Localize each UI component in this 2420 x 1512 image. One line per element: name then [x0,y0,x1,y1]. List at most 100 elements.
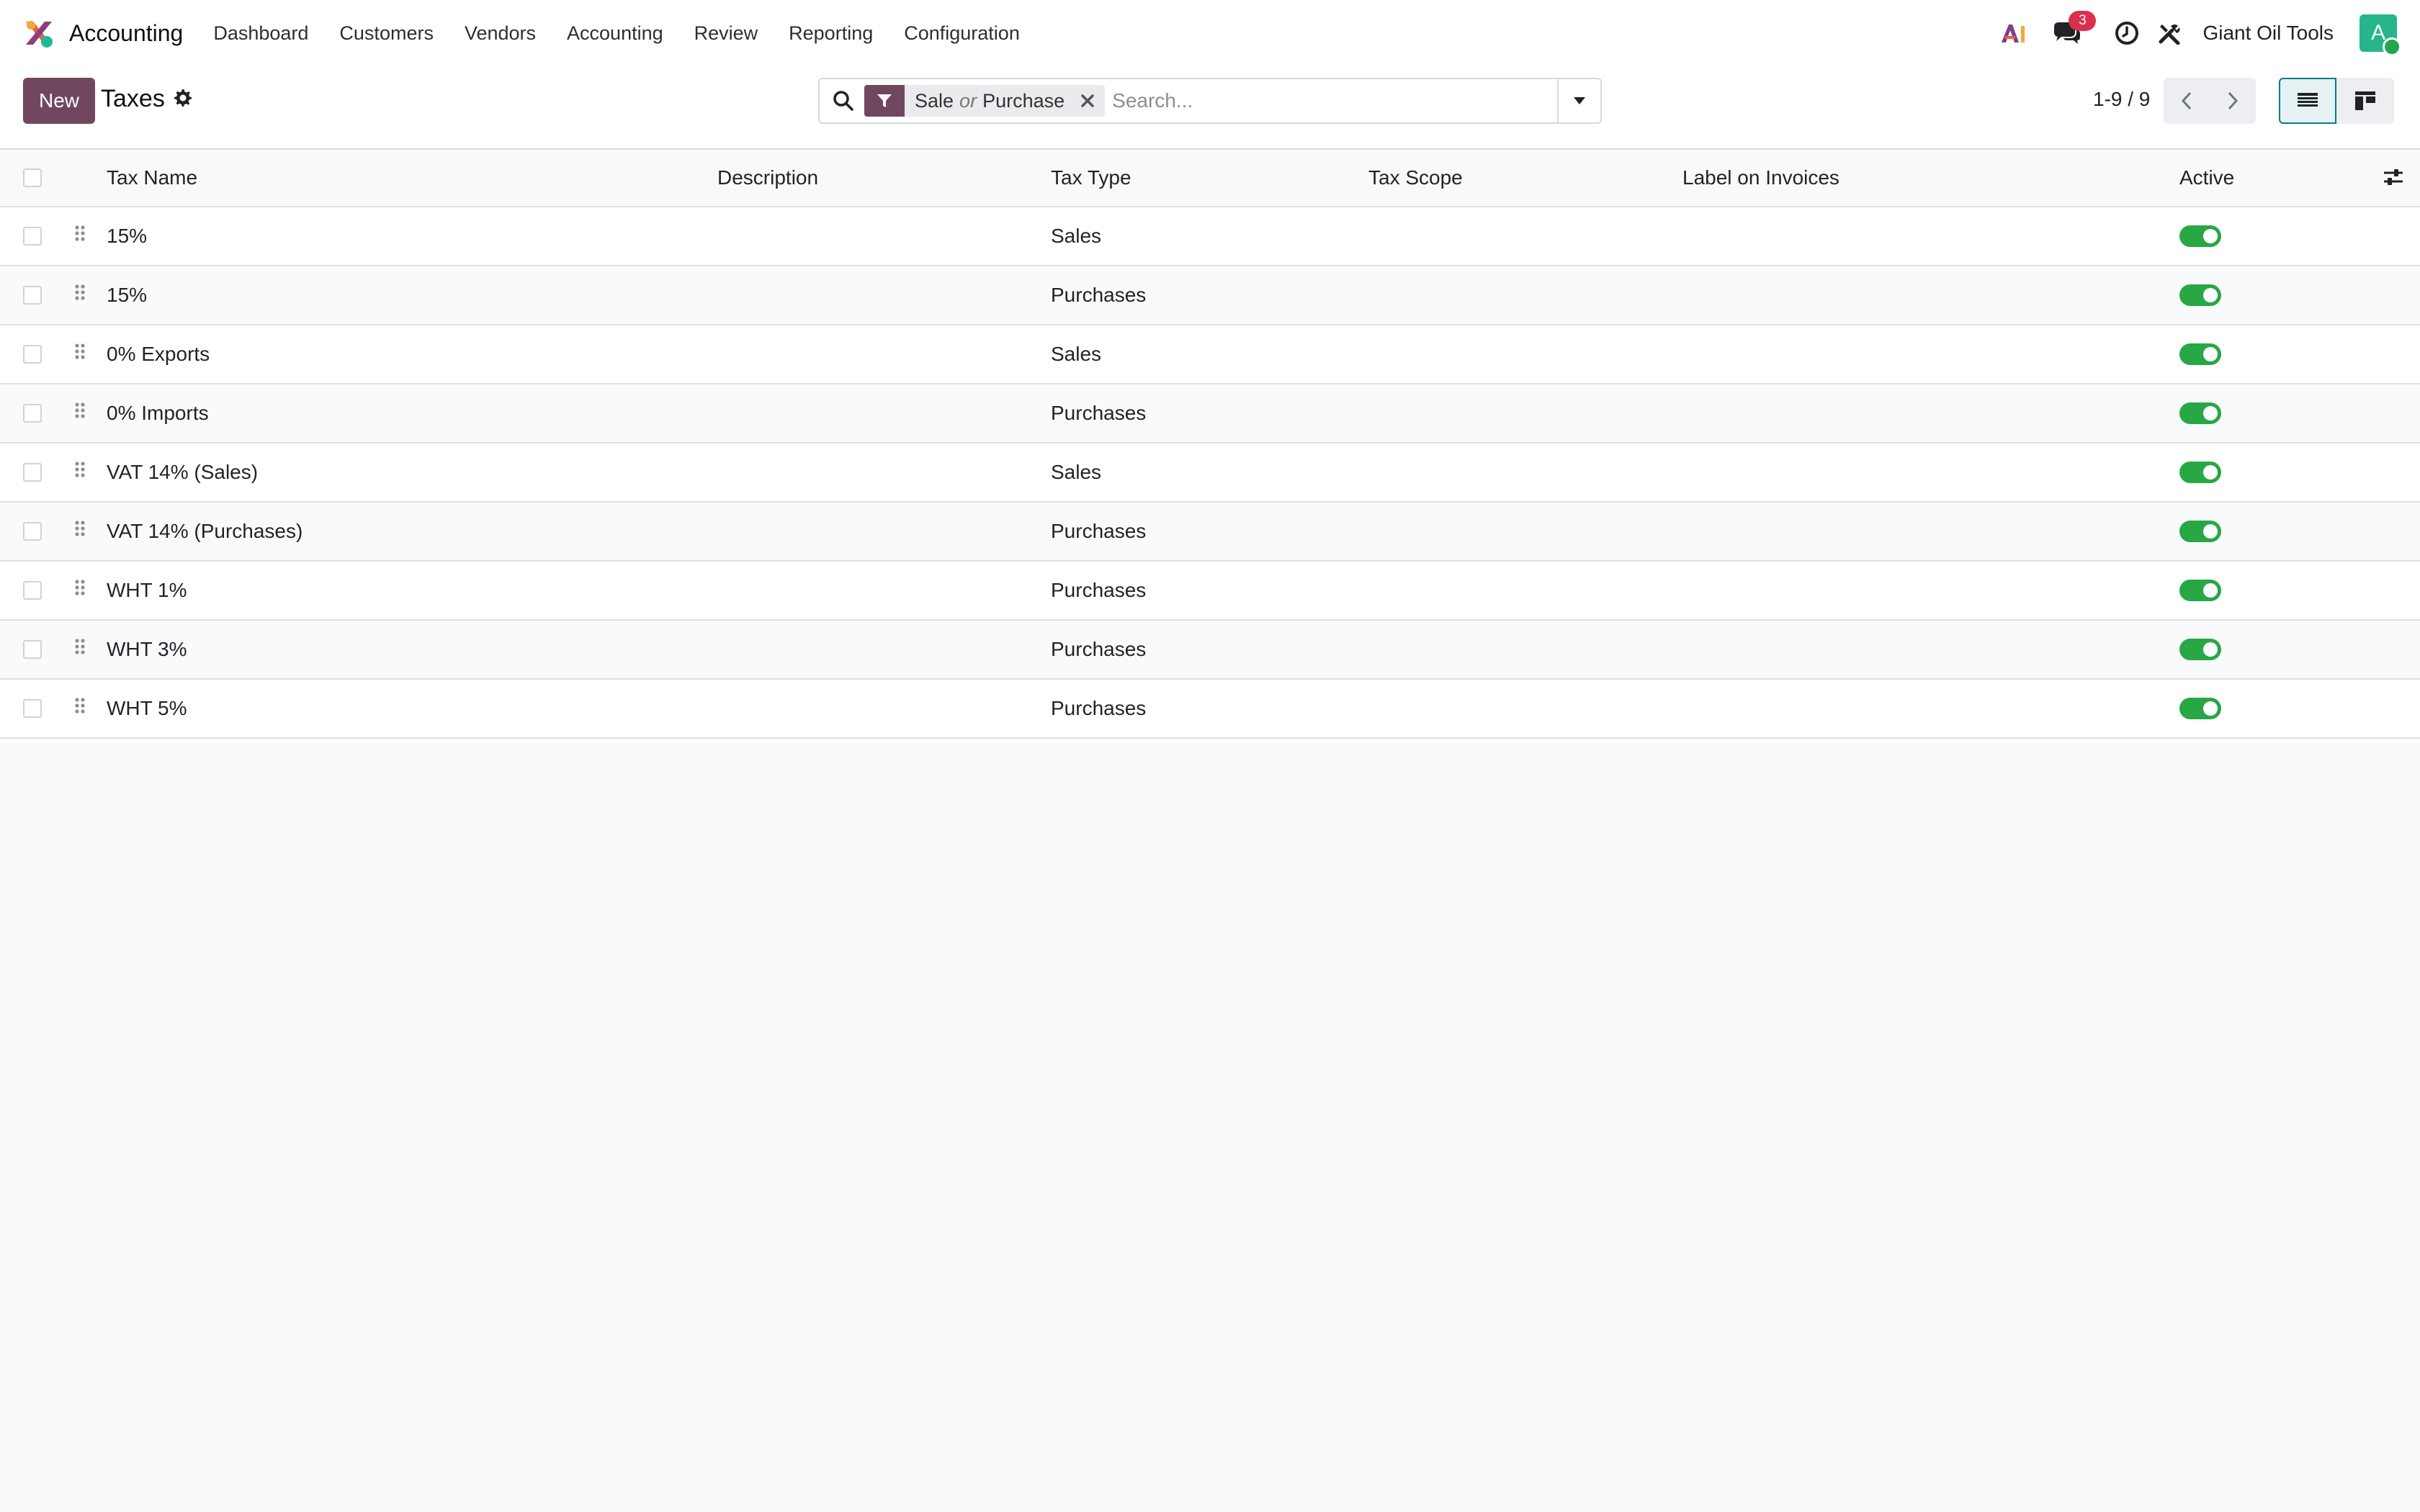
search-input[interactable] [1111,82,1557,120]
cell-tax-name[interactable]: WHT 3% [107,621,187,678]
avatar[interactable]: A [2360,14,2401,56]
menu-dashboard[interactable]: Dashboard [213,22,308,45]
active-toggle[interactable] [2179,402,2221,424]
table-row[interactable]: 0% Imports Purchases [0,384,2420,444]
row-checkbox[interactable] [23,286,42,305]
table-row[interactable]: VAT 14% (Purchases) Purchases [0,503,2420,562]
filter-icon [864,85,905,117]
tools-icon[interactable] [2158,22,2181,45]
search-icon[interactable] [833,90,854,112]
column-header-active[interactable]: Active [2179,150,2234,206]
drag-handle-icon[interactable] [74,638,86,665]
cell-tax-type[interactable]: Sales [1051,325,1101,383]
gear-icon[interactable] [173,88,192,110]
column-header-label-on-invoices[interactable]: Label on Invoices [1682,150,1839,206]
new-button[interactable]: New [23,78,95,124]
menu-customers[interactable]: Customers [339,22,434,45]
menu-vendors[interactable]: Vendors [465,22,536,45]
messages-badge: 3 [2069,11,2097,31]
accounting-logo-icon[interactable] [23,17,55,49]
cell-active [2179,562,2221,619]
company-switcher[interactable]: Giant Oil Tools [2202,22,2334,45]
facet-value-sale: Sale [915,89,954,112]
cell-tax-name[interactable]: 0% Imports [107,384,209,442]
drag-handle-icon[interactable] [74,461,86,487]
table-row[interactable]: 15% Sales [0,207,2420,266]
cell-tax-name[interactable]: WHT 1% [107,562,187,619]
table-row[interactable]: WHT 1% Purchases [0,562,2420,621]
chat-icon[interactable]: 3 [2053,11,2097,45]
cell-tax-type[interactable]: Sales [1051,444,1101,501]
chevron-left-icon[interactable] [2164,78,2210,124]
column-header-tax-scope[interactable]: Tax Scope [1368,150,1463,206]
table-row[interactable]: WHT 5% Purchases [0,680,2420,739]
cell-tax-name[interactable]: 0% Exports [107,325,210,383]
row-checkbox[interactable] [23,345,42,364]
cell-active [2179,325,2221,383]
facet-separator: or [959,89,977,112]
caret-down-icon[interactable] [1557,79,1600,122]
drag-handle-icon[interactable] [74,697,86,724]
view-switcher [2279,78,2394,124]
active-toggle[interactable] [2179,284,2221,306]
cell-tax-name[interactable]: 15% [107,207,147,265]
active-toggle[interactable] [2179,580,2221,601]
row-checkbox[interactable] [23,463,42,482]
select-all-checkbox[interactable] [23,168,42,187]
row-checkbox[interactable] [23,699,42,718]
chevron-right-icon[interactable] [2210,78,2256,124]
cell-tax-name[interactable]: WHT 5% [107,680,187,737]
row-checkbox[interactable] [23,404,42,423]
cell-tax-type[interactable]: Purchases [1051,503,1146,560]
table-row[interactable]: 0% Exports Sales [0,325,2420,384]
search-bar: Sale or Purchase [818,78,1602,124]
column-header-description[interactable]: Description [717,150,818,206]
menu-accounting[interactable]: Accounting [567,22,663,45]
cell-tax-type[interactable]: Purchases [1051,680,1146,737]
kanban-view-icon[interactable] [2336,78,2394,124]
drag-handle-icon[interactable] [74,402,86,428]
cell-tax-type[interactable]: Purchases [1051,621,1146,678]
sliders-icon[interactable] [2383,166,2404,192]
menu-review[interactable]: Review [694,22,758,45]
active-toggle[interactable] [2179,521,2221,542]
row-checkbox[interactable] [23,227,42,246]
cell-tax-type[interactable]: Sales [1051,207,1101,265]
menu-reporting[interactable]: Reporting [789,22,873,45]
cell-active [2179,207,2221,265]
taxes-list-table: Tax Name Description Tax Type Tax Scope … [0,150,2420,739]
cell-tax-name[interactable]: VAT 14% (Sales) [107,444,258,501]
table-row[interactable]: WHT 3% Purchases [0,621,2420,680]
drag-handle-icon[interactable] [74,284,86,310]
active-toggle[interactable] [2179,225,2221,247]
active-toggle[interactable] [2179,698,2221,719]
active-toggle[interactable] [2179,462,2221,483]
drag-handle-icon[interactable] [74,225,86,251]
pager-value[interactable]: 1-9 / 9 [2093,88,2150,111]
clock-icon[interactable] [2115,21,2139,45]
cell-tax-name[interactable]: 15% [107,266,147,324]
row-checkbox[interactable] [23,581,42,600]
cell-tax-name[interactable]: VAT 14% (Purchases) [107,503,302,560]
column-header-tax-type[interactable]: Tax Type [1051,150,1131,206]
close-icon[interactable] [1073,85,1105,117]
cell-tax-type[interactable]: Purchases [1051,384,1146,442]
row-checkbox[interactable] [23,640,42,659]
list-view-icon[interactable] [2279,78,2336,124]
drag-handle-icon[interactable] [74,520,86,546]
row-checkbox[interactable] [23,522,42,541]
menu-configuration[interactable]: Configuration [904,22,1020,45]
app-name[interactable]: Accounting [69,20,183,47]
ai-icon[interactable] [1999,22,2028,45]
cell-tax-type[interactable]: Purchases [1051,266,1146,324]
column-header-tax-name[interactable]: Tax Name [107,150,197,206]
cell-active [2179,621,2221,678]
drag-handle-icon[interactable] [74,579,86,606]
active-toggle[interactable] [2179,639,2221,660]
page-title: Taxes [101,85,165,112]
drag-handle-icon[interactable] [74,343,86,369]
cell-tax-type[interactable]: Purchases [1051,562,1146,619]
table-row[interactable]: VAT 14% (Sales) Sales [0,444,2420,503]
active-toggle[interactable] [2179,343,2221,365]
table-row[interactable]: 15% Purchases [0,266,2420,325]
